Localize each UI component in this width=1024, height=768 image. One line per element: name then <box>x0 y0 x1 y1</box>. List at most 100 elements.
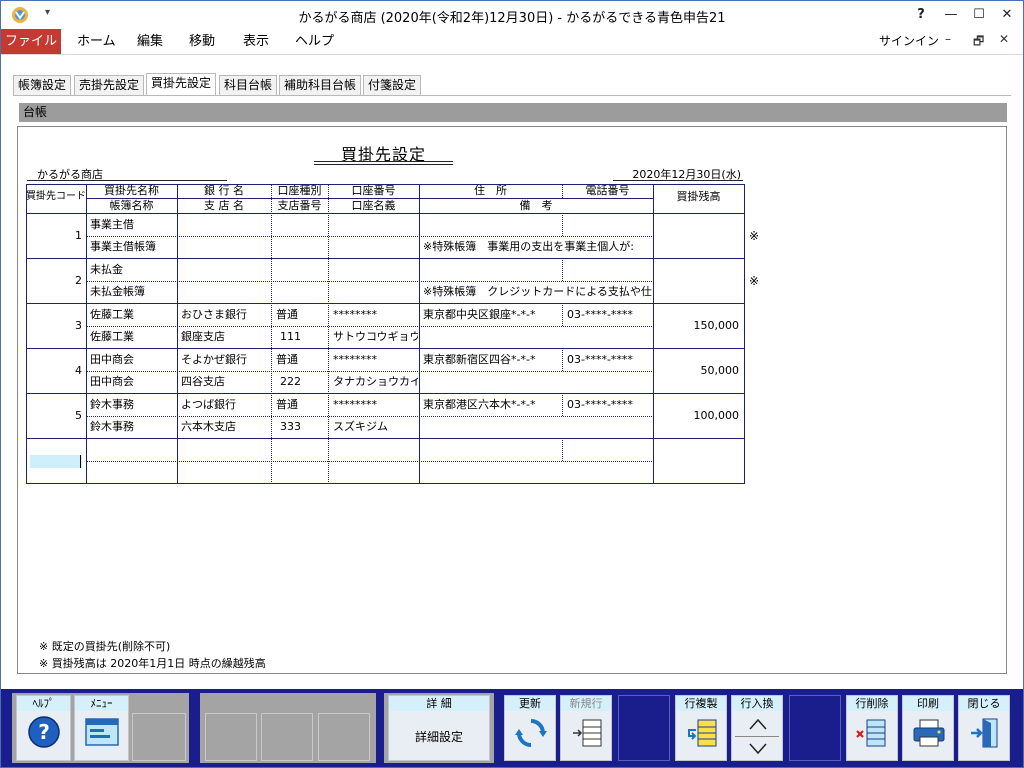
bottom-toolbar: ﾍﾙﾌﾟ ? ﾒﾆｭｰ 詳 細 詳細設定 更新 新規行 行複製 行入換 行削除 … <box>1 689 1023 767</box>
menu-window-icon <box>85 718 119 746</box>
menu-file[interactable]: ファイル <box>1 29 61 54</box>
tab-receivable-settings[interactable]: 売掛先設定 <box>74 75 145 95</box>
grid-line <box>562 438 563 461</box>
grid-line <box>86 371 654 372</box>
branch-name[interactable]: 六本木支店 <box>181 420 270 434</box>
detail-settings-button[interactable]: 詳 細 詳細設定 <box>388 695 490 761</box>
copy-row-icon <box>688 719 717 747</box>
close-button[interactable]: 閉じる <box>958 695 1010 761</box>
heading-underline <box>314 161 453 162</box>
tab-sticky-settings[interactable]: 付箋設定 <box>363 75 422 95</box>
header-phone: 電話番号 <box>585 184 630 197</box>
tab-sub-account-ledger[interactable]: 補助科目台帳 <box>279 75 362 95</box>
header-account-number: 口座番号 <box>351 184 396 197</box>
balance[interactable]: 50,000 <box>653 364 740 378</box>
bank-name[interactable]: おひさま銀行 <box>181 308 270 322</box>
bank-name[interactable]: そよかぜ銀行 <box>181 353 270 367</box>
remarks[interactable]: ※特殊帳簿 クレジットカードによる支払や仕 <box>423 285 652 299</box>
menu-view[interactable]: 表示 <box>243 29 269 54</box>
account-type[interactable]: 普通 <box>276 398 327 412</box>
payee-name[interactable]: 鈴木事務 <box>90 398 176 412</box>
window-maximize-button[interactable]: ☐ <box>967 5 991 25</box>
account-number[interactable]: ******** <box>333 353 418 367</box>
grid-line <box>653 184 654 484</box>
refresh-button[interactable]: 更新 <box>504 695 556 761</box>
menu-home[interactable]: ホーム <box>77 29 116 54</box>
book-name[interactable]: 鈴木事務 <box>90 420 176 434</box>
payee-name[interactable]: 事業主借 <box>90 218 176 232</box>
window-close-button[interactable]: ✕ <box>995 5 1019 25</box>
doc-minimize-button[interactable]: – <box>945 32 951 46</box>
menu-edit[interactable]: 編集 <box>137 29 163 54</box>
address[interactable]: 東京都港区六本木*-*-* <box>423 398 561 412</box>
account-number[interactable]: ******** <box>333 308 418 322</box>
empty-slot <box>205 713 257 761</box>
row-number: 2 <box>75 274 82 287</box>
menu-help[interactable]: ヘルプ <box>295 29 334 54</box>
tab-payable-settings[interactable]: 買掛先設定 <box>146 73 217 96</box>
phone[interactable]: 03-****-**** <box>567 398 652 412</box>
menu-button-label: ﾒﾆｭｰ <box>75 696 128 711</box>
branch-name[interactable]: 銀座支店 <box>181 330 270 344</box>
remarks[interactable]: ※特殊帳簿 事業用の支出を事業主個人が: <box>423 240 652 254</box>
print-button[interactable]: 印刷 <box>902 695 954 761</box>
doc-close-button[interactable]: ✕ <box>999 32 1009 46</box>
account-holder[interactable]: スズキジム <box>333 420 418 434</box>
header-name: 買掛先名称 <box>104 184 159 197</box>
phone[interactable]: 03-****-**** <box>567 353 652 367</box>
book-name[interactable]: 未払金帳簿 <box>90 285 176 299</box>
swap-row-button[interactable]: 行入換 <box>731 695 783 761</box>
menu-move[interactable]: 移動 <box>189 29 215 54</box>
help-button[interactable]: ﾍﾙﾌﾟ ? <box>16 695 71 761</box>
exit-door-icon <box>971 718 998 748</box>
address[interactable]: 東京都中央区銀座*-*-* <box>423 308 561 322</box>
book-name[interactable]: 田中商会 <box>90 375 176 389</box>
help-question-button[interactable]: ? <box>909 5 933 25</box>
header-bank: 銀 行 名 <box>204 184 244 197</box>
move-up-icon[interactable] <box>748 716 768 732</box>
move-down-icon[interactable] <box>748 741 768 757</box>
payee-name[interactable]: 田中商会 <box>90 353 176 367</box>
copy-row-button[interactable]: 行複製 <box>675 695 727 761</box>
header-branch-number: 支店番号 <box>277 199 322 212</box>
signin-link[interactable]: サインイン <box>879 32 939 49</box>
account-holder[interactable]: タナカショウカイ <box>333 375 418 389</box>
address[interactable]: 東京都新宿区四谷*-*-* <box>423 353 561 367</box>
book-name[interactable]: 佐藤工業 <box>90 330 176 344</box>
grid-line <box>86 184 87 484</box>
account-holder[interactable]: サトウコウギョウ <box>333 330 418 344</box>
bank-name[interactable]: よつば銀行 <box>181 398 270 412</box>
tab-book-settings[interactable]: 帳簿設定 <box>13 75 72 95</box>
account-type[interactable]: 普通 <box>276 353 327 367</box>
doc-restore-button[interactable]: 🗗 <box>973 32 984 53</box>
detail-settings-text: 詳細設定 <box>414 730 463 744</box>
tab-account-ledger[interactable]: 科目台帳 <box>219 75 278 95</box>
branch-number[interactable]: 333 <box>280 420 327 434</box>
grid-line <box>562 213 563 236</box>
branch-number[interactable]: 222 <box>280 375 327 389</box>
menu-button[interactable]: ﾒﾆｭｰ <box>74 695 129 761</box>
book-name[interactable]: 事業主借帳簿 <box>90 240 176 254</box>
delete-row-button[interactable]: 行削除 <box>846 695 898 761</box>
payee-name[interactable]: 未払金 <box>90 263 176 277</box>
print-label: 印刷 <box>903 696 953 711</box>
swap-divider <box>735 736 779 737</box>
account-type[interactable]: 普通 <box>276 308 327 322</box>
grid-line <box>86 461 654 462</box>
account-number[interactable]: ******** <box>333 398 418 412</box>
payee-name[interactable]: 佐藤工業 <box>90 308 176 322</box>
branch-name[interactable]: 四谷支店 <box>181 375 270 389</box>
balance[interactable]: 150,000 <box>653 319 740 333</box>
branch-number[interactable]: 111 <box>280 330 327 344</box>
new-row-button[interactable]: 新規行 <box>560 695 612 761</box>
delete-row-label: 行削除 <box>847 696 897 711</box>
new-code-input[interactable] <box>30 455 82 468</box>
window-minimize-button[interactable]: — <box>939 5 963 25</box>
help-icon: ? <box>28 716 60 748</box>
new-row-icon <box>573 719 602 747</box>
grid-line <box>26 213 745 214</box>
tab-divider <box>13 95 1011 96</box>
phone[interactable]: 03-****-**** <box>567 308 652 322</box>
empty-slot <box>789 695 841 761</box>
balance[interactable]: 100,000 <box>653 409 740 423</box>
